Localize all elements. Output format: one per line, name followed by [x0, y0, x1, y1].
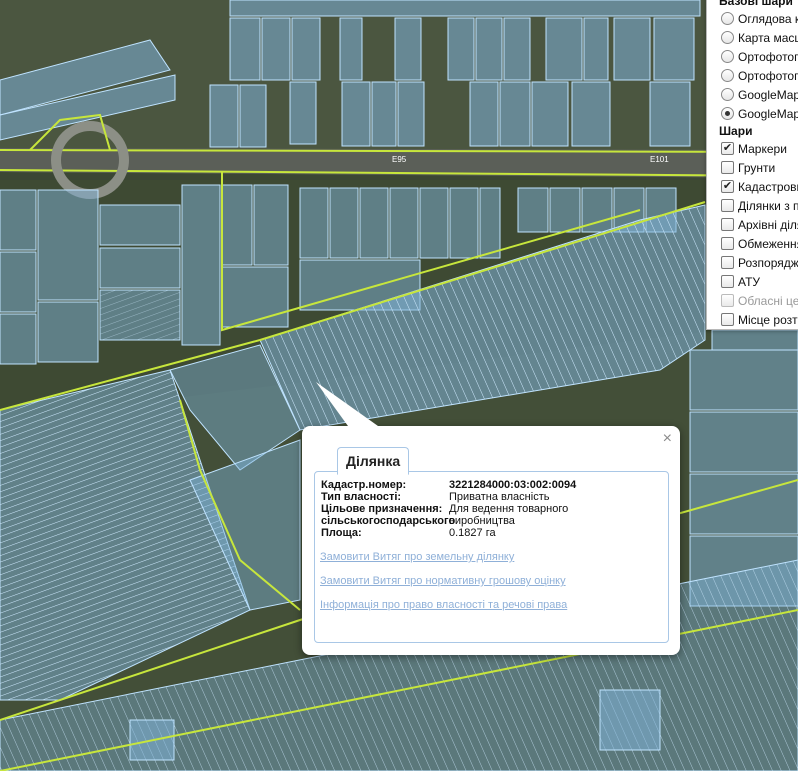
base-layer-item-label: Оглядова к: [738, 11, 798, 26]
tab-parcel[interactable]: Ділянка: [337, 447, 410, 475]
checkbox[interactable]: [721, 199, 734, 212]
purpose-label: Цільове призначення:: [321, 503, 443, 515]
cadastral-number-value: 3221284000:03:002:0094: [449, 479, 577, 491]
overlay-layer-item-label: Кадастрови: [738, 179, 798, 194]
overlay-layer-item-3[interactable]: Ділянки з п: [707, 196, 798, 215]
order-valuation-extract-link[interactable]: Замовити Витяг про нормативну грошову оц…: [320, 575, 566, 587]
close-icon[interactable]: ×: [663, 430, 672, 448]
ownership-type-value: Приватна власність: [449, 491, 550, 503]
overlay-layer-item-7[interactable]: АТУ: [707, 272, 798, 291]
base-layer-item-1[interactable]: Карта масш: [707, 28, 798, 47]
overlay-layer-item-8: Обласні цен: [707, 291, 798, 310]
overlay-layer-item-6[interactable]: Розпорядже: [707, 253, 798, 272]
info-row: Цільове призначення: Для ведення товарно…: [321, 503, 609, 515]
checkbox[interactable]: [721, 218, 734, 231]
checkbox[interactable]: [721, 275, 734, 288]
overlay-layer-item-label: Обласні цен: [738, 293, 798, 308]
info-row: Кадастр.номер: 3221284000:03:002:0094: [321, 479, 609, 491]
checkbox: [721, 294, 734, 307]
parcel-info: Кадастр.номер: 3221284000:03:002:0094 Ти…: [321, 479, 609, 539]
checkbox[interactable]: [721, 256, 734, 269]
radio-button[interactable]: [721, 31, 734, 44]
checkbox[interactable]: ✔: [721, 142, 734, 155]
overlay-layer-item-label: АТУ: [738, 274, 761, 289]
checkbox[interactable]: ✔: [721, 180, 734, 193]
info-row: Тип власності: Приватна власність: [321, 491, 609, 503]
overlay-layer-item-0[interactable]: ✔ Маркери: [707, 139, 798, 158]
overlay-layer-item-5[interactable]: Обмеження: [707, 234, 798, 253]
cadastral-number-label: Кадастр.номер:: [321, 479, 407, 491]
road-label: E101: [650, 155, 669, 164]
base-layer-item-label: Ортофотоп: [738, 68, 798, 83]
parcel-popup: × Ділянка Кадастр.номер: 3221284000:03:0…: [302, 382, 680, 655]
base-layer-item-label: GoogleMap: [738, 87, 798, 102]
road-label: E95: [392, 155, 407, 164]
overlay-layer-item-label: Архівні діля: [738, 217, 798, 232]
ownership-info-link[interactable]: Інформація про право власності та речові…: [320, 599, 567, 611]
ownership-type-label: Тип власності:: [321, 491, 402, 503]
satellite-map[interactable]: E95 E101: [0, 0, 798, 771]
area-value: 0.1827 га: [449, 527, 496, 539]
layers-panel: Базові шари Оглядова к Карта масш Ортофото…: [706, 0, 798, 330]
overlay-layer-item-label: Обмеження: [738, 236, 798, 251]
base-layers-heading: Базові шари: [719, 0, 793, 8]
radio-button[interactable]: [721, 50, 734, 63]
area-label: Площа:: [321, 527, 362, 539]
base-layer-item-3[interactable]: Ортофотоп: [707, 66, 798, 85]
radio-button[interactable]: [721, 88, 734, 101]
purpose-value-continued: виробництва: [449, 515, 515, 527]
popup-content: Кадастр.номер: 3221284000:03:002:0094 Ти…: [314, 471, 669, 643]
base-layer-item-label: Ортофотоп: [738, 49, 798, 64]
base-layer-item-0[interactable]: Оглядова к: [707, 9, 798, 28]
overlay-layer-item-2[interactable]: ✔ Кадастрови: [707, 177, 798, 196]
overlay-layer-item-label: Місце розта: [738, 312, 798, 327]
overlay-layer-item-label: Розпорядже: [738, 255, 798, 270]
checkbox[interactable]: [721, 237, 734, 250]
base-layer-item-label: GoogleMap: [738, 106, 798, 121]
checkbox[interactable]: [721, 161, 734, 174]
checkbox[interactable]: [721, 313, 734, 326]
radio-button[interactable]: [721, 12, 734, 25]
base-layer-item-4[interactable]: GoogleMap: [707, 85, 798, 104]
overlay-layer-item-label: Маркери: [738, 141, 787, 156]
popup-pointer: [316, 382, 378, 426]
overlay-layer-item-label: Грунти: [738, 160, 776, 175]
purpose-value: Для ведення товарного: [449, 503, 569, 515]
base-layer-item-5[interactable]: GoogleMap: [707, 104, 798, 123]
purpose-label-continued: сільськогосподарського: [321, 515, 456, 527]
radio-button[interactable]: [721, 69, 734, 82]
info-row: Площа: 0.1827 га: [321, 527, 609, 539]
info-row: сільськогосподарського виробництва: [321, 515, 609, 527]
overlay-layer-item-4[interactable]: Архівні діля: [707, 215, 798, 234]
radio-button[interactable]: [721, 107, 734, 120]
order-land-extract-link[interactable]: Замовити Витяг про земельну ділянку: [320, 551, 514, 563]
overlay-layer-item-label: Ділянки з п: [738, 198, 798, 213]
base-layer-item-label: Карта масш: [738, 30, 798, 45]
base-layer-item-2[interactable]: Ортофотоп: [707, 47, 798, 66]
overlay-layers-heading: Шари: [719, 124, 753, 138]
overlay-layer-item-1[interactable]: Грунти: [707, 158, 798, 177]
overlay-layer-item-9[interactable]: Місце розта: [707, 310, 798, 329]
